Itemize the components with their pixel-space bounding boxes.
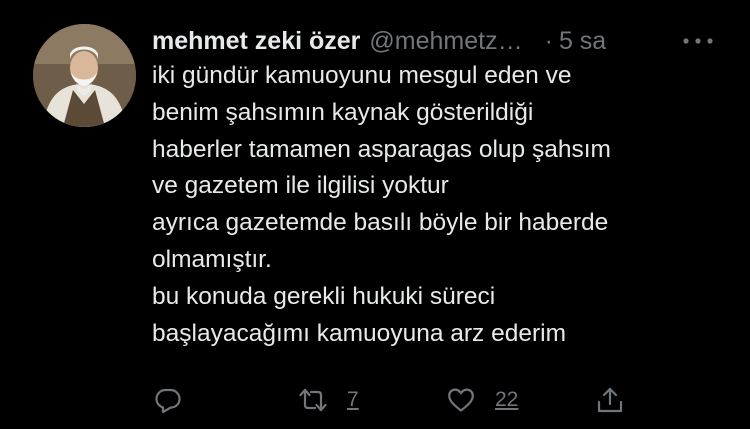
tweet-line: bu konuda gerekli hukuki süreci	[152, 282, 496, 310]
avatar-photo	[33, 24, 136, 127]
retweet-count[interactable]: 7	[347, 388, 359, 412]
tweet-text: iki gündür kamuoyunu mesgul eden ve beni…	[152, 58, 722, 352]
like-count[interactable]: 22	[495, 388, 518, 412]
tweet-header: mehmet zeki özer @mehmetz… · 5 sa	[152, 25, 722, 57]
author-handle[interactable]: @mehmetz…	[369, 27, 522, 56]
heart-icon	[448, 388, 474, 412]
tweet-line: iki gündür kamuoyunu mesgul eden ve	[152, 62, 572, 89]
retweet-icon	[299, 388, 327, 412]
tweet-actions: 7 22	[0, 380, 750, 420]
tweet-line: ayrıca gazetemde basılı böyle bir haberd…	[152, 209, 609, 237]
tweet-line: benim şahsımın kaynak gösterildiği	[152, 98, 534, 126]
timestamp[interactable]: 5 sa	[559, 27, 606, 56]
avatar[interactable]	[33, 24, 136, 127]
share-icon	[597, 387, 623, 413]
tweet-line: olmamıştır.	[152, 245, 272, 273]
retweet-button[interactable]: 7	[299, 380, 359, 420]
tweet-line: başlayacağımı kamuoyuna arz ederim	[152, 319, 566, 347]
tweet-line: haberler tamamen asparagas olup şahsım	[152, 135, 611, 163]
reply-icon	[155, 388, 181, 414]
more-icon	[683, 38, 713, 44]
author-name[interactable]: mehmet zeki özer	[152, 27, 360, 56]
tweet-line: ve gazetem ile ilgilisi yoktur	[152, 172, 449, 200]
separator-dot: ·	[544, 26, 553, 55]
like-button[interactable]: 22	[447, 380, 518, 420]
more-options-button[interactable]	[680, 31, 716, 51]
reply-button[interactable]	[154, 380, 182, 420]
share-button[interactable]	[596, 380, 624, 420]
